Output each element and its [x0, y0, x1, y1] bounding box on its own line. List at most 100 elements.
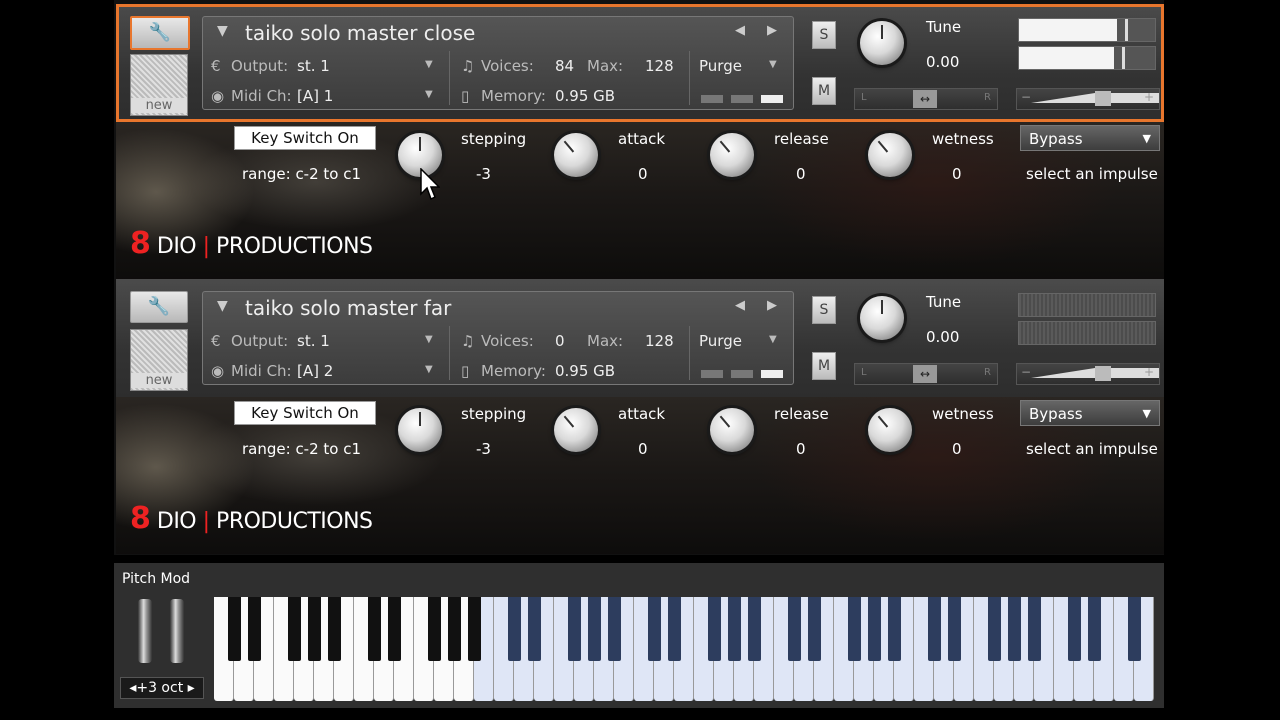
midi-dropdown-icon[interactable]: ▼: [425, 89, 433, 100]
release-knob[interactable]: [710, 133, 754, 177]
impulse-bypass-select[interactable]: Bypass ▼: [1020, 125, 1160, 151]
black-key[interactable]: [788, 597, 801, 661]
instrument-icon[interactable]: new: [130, 54, 188, 116]
max-value[interactable]: 128: [645, 332, 674, 350]
midi-value[interactable]: [A] 1: [297, 87, 333, 105]
black-key[interactable]: [608, 597, 621, 661]
key-switch-button[interactable]: Key Switch On: [234, 401, 376, 425]
black-key[interactable]: [528, 597, 541, 661]
attack-knob[interactable]: [554, 133, 598, 177]
volume-handle[interactable]: [1095, 366, 1111, 381]
black-key[interactable]: [928, 597, 941, 661]
black-key[interactable]: [228, 597, 241, 661]
black-key[interactable]: [728, 597, 741, 661]
output-dropdown-icon[interactable]: ▼: [425, 334, 433, 345]
solo-button[interactable]: S: [812, 21, 836, 49]
black-key[interactable]: [468, 597, 481, 661]
black-key[interactable]: [1088, 597, 1101, 661]
black-key[interactable]: [668, 597, 681, 661]
volume-handle[interactable]: [1095, 91, 1111, 106]
black-key[interactable]: [1128, 597, 1141, 661]
black-key[interactable]: [1028, 597, 1041, 661]
output-icon: €: [211, 57, 221, 75]
next-instrument-icon[interactable]: ▶: [767, 23, 777, 38]
purge-button[interactable]: Purge: [699, 57, 742, 75]
black-key[interactable]: [1068, 597, 1081, 661]
black-key[interactable]: [948, 597, 961, 661]
black-key[interactable]: [308, 597, 321, 661]
prev-instrument-icon[interactable]: ◀: [735, 23, 745, 38]
solo-button[interactable]: S: [812, 296, 836, 324]
black-key[interactable]: [848, 597, 861, 661]
wrench-icon[interactable]: 🔧: [130, 291, 188, 323]
chevron-down-icon[interactable]: ▼: [217, 23, 228, 39]
piano-keyboard[interactable]: [214, 597, 1162, 705]
black-key[interactable]: [368, 597, 381, 661]
status-led: [731, 95, 753, 103]
tune-knob[interactable]: [860, 21, 904, 65]
purge-button[interactable]: Purge: [699, 332, 742, 350]
impulse-bypass-select[interactable]: Bypass ▼: [1020, 400, 1160, 426]
wetness-knob[interactable]: [868, 408, 912, 452]
black-key[interactable]: [508, 597, 521, 661]
black-key[interactable]: [748, 597, 761, 661]
black-key[interactable]: [708, 597, 721, 661]
octave-selector[interactable]: ◂+3 oct ▸: [120, 677, 204, 699]
release-knob[interactable]: [710, 408, 754, 452]
black-key[interactable]: [568, 597, 581, 661]
voices-label: Voices:: [481, 57, 534, 75]
black-key[interactable]: [988, 597, 1001, 661]
logo-brand: PRODUCTIONS: [216, 509, 373, 534]
midi-icon: ◉: [211, 362, 225, 380]
black-key[interactable]: [808, 597, 821, 661]
pan-slider[interactable]: L ↔ R: [854, 88, 998, 110]
pan-handle[interactable]: ↔: [913, 365, 937, 383]
volume-slider[interactable]: − +: [1016, 88, 1160, 110]
black-key[interactable]: [288, 597, 301, 661]
prev-instrument-icon[interactable]: ◀: [735, 298, 745, 313]
pan-slider[interactable]: L ↔ R: [854, 363, 998, 385]
impulse-label: select an impulse: [1026, 440, 1158, 458]
midi-dropdown-icon[interactable]: ▼: [425, 364, 433, 375]
black-key[interactable]: [588, 597, 601, 661]
black-key[interactable]: [428, 597, 441, 661]
next-instrument-icon[interactable]: ▶: [767, 298, 777, 313]
key-switch-button[interactable]: Key Switch On: [234, 126, 376, 150]
tune-value: 0.00: [926, 53, 960, 71]
chevron-down-icon[interactable]: ▼: [217, 298, 228, 314]
output-value[interactable]: st. 1: [297, 57, 330, 75]
mute-button[interactable]: M: [812, 77, 836, 105]
black-key[interactable]: [648, 597, 661, 661]
black-key[interactable]: [328, 597, 341, 661]
instrument-icon[interactable]: new: [130, 329, 188, 391]
stepping-knob[interactable]: [398, 408, 442, 452]
purge-dropdown-icon[interactable]: ▼: [769, 59, 777, 70]
instrument-info: ▼ taiko solo master close ◀ ▶ € Output: …: [202, 16, 794, 110]
pan-handle[interactable]: ↔: [913, 90, 937, 108]
black-key[interactable]: [248, 597, 261, 661]
wrench-icon[interactable]: 🔧: [130, 16, 190, 50]
mod-wheel[interactable]: [170, 599, 184, 663]
output-dropdown-icon[interactable]: ▼: [425, 59, 433, 70]
black-key[interactable]: [448, 597, 461, 661]
pitch-wheel[interactable]: [138, 599, 152, 663]
black-key[interactable]: [388, 597, 401, 661]
release-value: 0: [796, 165, 806, 183]
purge-dropdown-icon[interactable]: ▼: [769, 334, 777, 345]
instrument-name[interactable]: taiko solo master far: [245, 296, 451, 320]
max-value[interactable]: 128: [645, 57, 674, 75]
black-key[interactable]: [1008, 597, 1021, 661]
volume-slider[interactable]: − +: [1016, 363, 1160, 385]
midi-value[interactable]: [A] 2: [297, 362, 333, 380]
memory-label: Memory:: [481, 87, 546, 105]
black-key[interactable]: [868, 597, 881, 661]
attack-knob[interactable]: [554, 408, 598, 452]
instrument-name[interactable]: taiko solo master close: [245, 21, 475, 45]
output-value[interactable]: st. 1: [297, 332, 330, 350]
tune-knob[interactable]: [860, 296, 904, 340]
wetness-knob[interactable]: [868, 133, 912, 177]
mute-button[interactable]: M: [812, 352, 836, 380]
voices-value: 0: [555, 332, 565, 350]
output-label: Output:: [231, 332, 289, 350]
black-key[interactable]: [888, 597, 901, 661]
